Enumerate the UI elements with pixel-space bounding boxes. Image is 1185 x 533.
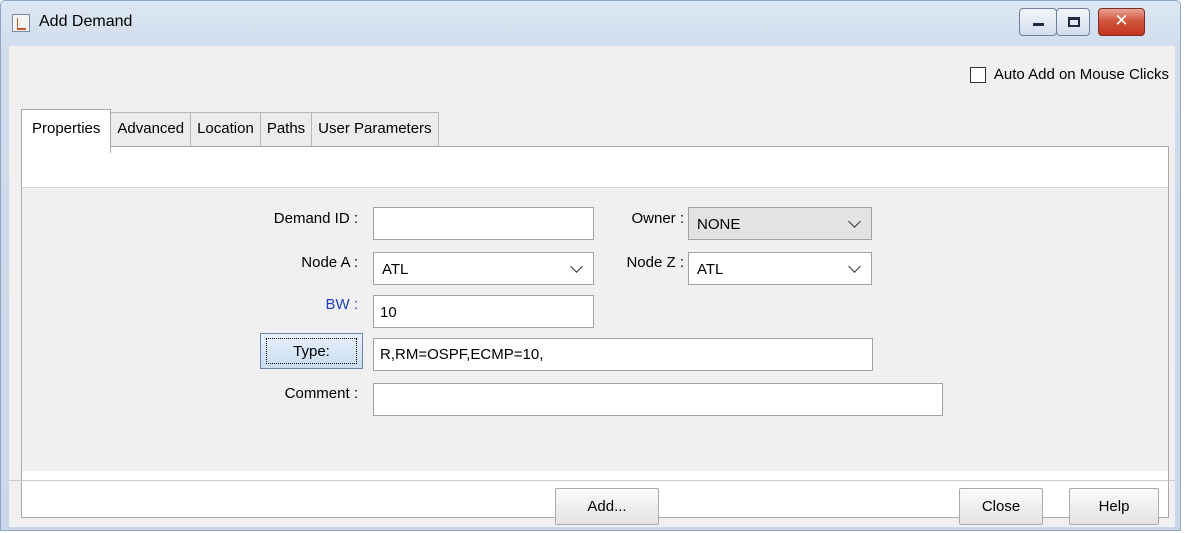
tab-location[interactable]: Location: [191, 112, 261, 148]
bw-label: BW :: [325, 296, 359, 313]
maximize-icon: [1068, 17, 1080, 27]
add-button[interactable]: Add...: [555, 488, 659, 525]
tab-properties[interactable]: Properties: [21, 109, 112, 153]
chevron-down-icon: [848, 215, 861, 228]
minimize-button[interactable]: [1019, 8, 1057, 36]
window-close-button[interactable]: ✕: [1098, 8, 1145, 36]
auto-add-checkbox[interactable]: [969, 66, 986, 83]
close-icon: ✕: [1114, 11, 1129, 31]
minimize-icon: [1033, 23, 1044, 26]
tab-paths[interactable]: Paths: [260, 112, 313, 148]
comment-label: Comment :: [284, 385, 358, 402]
close-button[interactable]: Close: [959, 488, 1043, 525]
node-a-label: Node A :: [301, 254, 358, 271]
demand-id-label: Demand ID :: [273, 210, 358, 227]
type-button-label: Type:: [293, 343, 330, 360]
owner-value: NONE: [697, 216, 741, 233]
node-a-value: ATL: [382, 261, 409, 278]
node-z-value: ATL: [697, 261, 724, 278]
tab-user-parameters[interactable]: User Parameters: [312, 112, 439, 148]
dialog-content: Auto Add on Mouse Clicks Properties Adva…: [9, 46, 1175, 527]
tab-advanced[interactable]: Advanced: [111, 112, 192, 148]
properties-panel: Demand ID : Owner : NONE Node A : ATL No…: [21, 146, 1169, 518]
node-z-label: Node Z :: [626, 254, 684, 271]
window-title: Add Demand: [39, 13, 133, 30]
owner-select[interactable]: NONE: [688, 207, 872, 240]
separator: [9, 480, 1175, 481]
comment-input[interactable]: [373, 383, 943, 416]
help-button[interactable]: Help: [1069, 488, 1159, 525]
maximize-button[interactable]: [1056, 8, 1090, 36]
title-bar[interactable]: Add Demand ✕: [1, 1, 1180, 45]
properties-form: Demand ID : Owner : NONE Node A : ATL No…: [22, 187, 1168, 471]
demand-id-input[interactable]: [373, 207, 594, 240]
tab-strip: Properties Advanced Location Paths User …: [21, 109, 439, 153]
owner-label: Owner :: [631, 210, 684, 227]
type-button[interactable]: Type:: [260, 333, 363, 369]
node-a-select[interactable]: ATL: [373, 252, 594, 285]
java-app-icon: [12, 14, 30, 32]
chevron-down-icon: [570, 260, 583, 273]
chevron-down-icon: [848, 260, 861, 273]
auto-add-option[interactable]: Auto Add on Mouse Clicks: [969, 66, 1169, 83]
bw-input[interactable]: 10: [373, 295, 594, 328]
add-demand-window: Add Demand ✕ Auto Add on Mouse Clicks Pr…: [0, 0, 1181, 531]
type-input[interactable]: R,RM=OSPF,ECMP=10,: [373, 338, 873, 371]
auto-add-label: Auto Add on Mouse Clicks: [993, 66, 1169, 83]
node-z-select[interactable]: ATL: [688, 252, 872, 285]
